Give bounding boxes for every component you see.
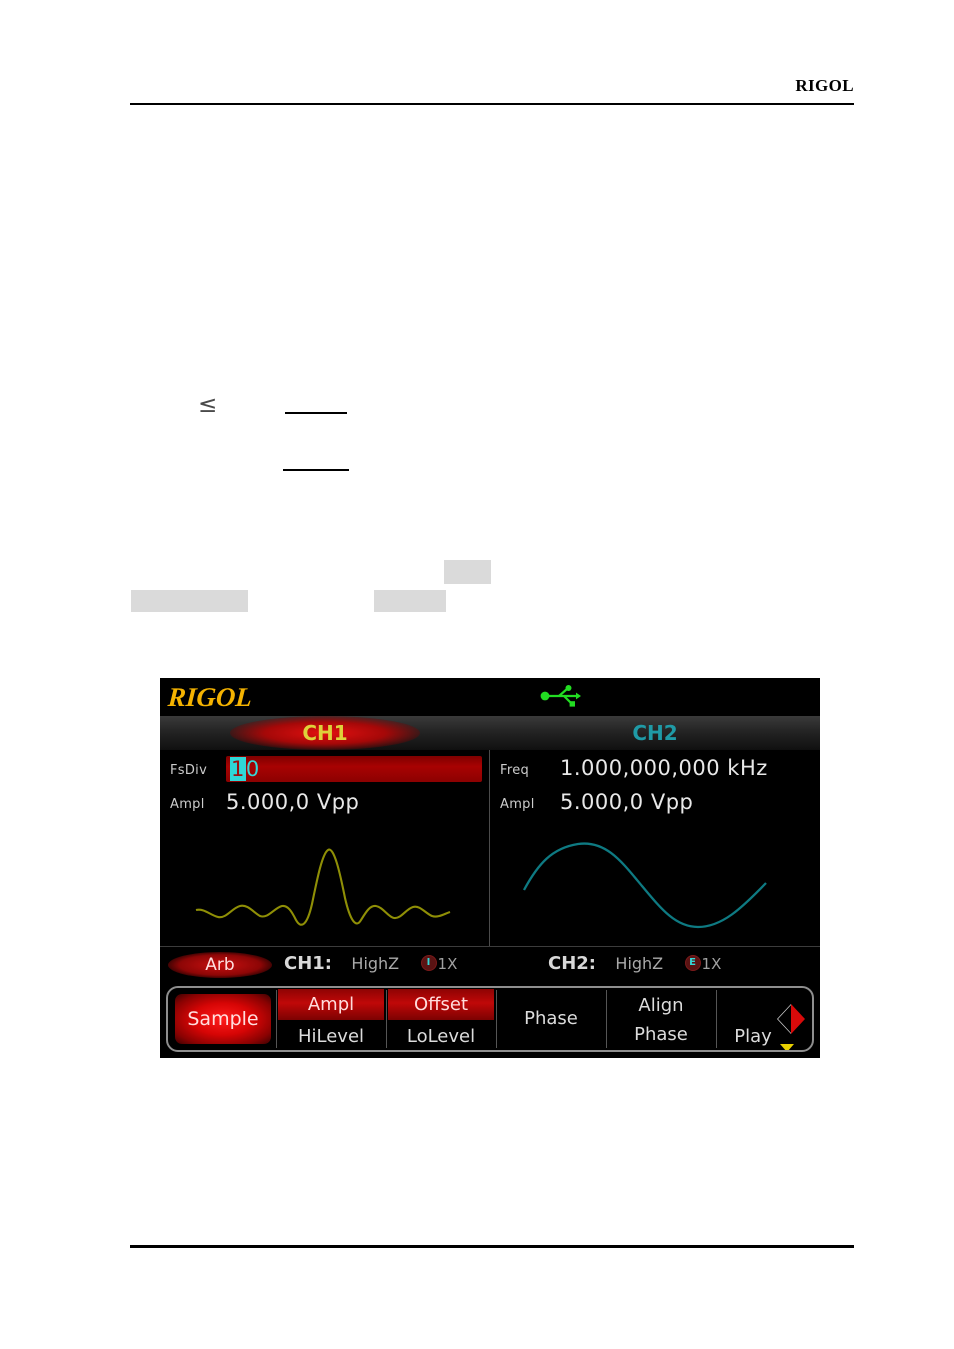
softkey-align-phase-line1: Align xyxy=(638,995,684,1016)
softkey-divider-1 xyxy=(276,990,277,1048)
ch1-fsdiv-label: FsDiv xyxy=(170,763,208,778)
softkey-align-phase[interactable]: Align Phase xyxy=(608,988,714,1050)
ch2-freq-value: 1.000,000,000 kHz xyxy=(560,756,768,780)
ch2-probe-icon: E xyxy=(684,955,701,971)
less-than-or-equal-symbol: ≤ xyxy=(198,392,218,418)
ch1-ampl-value: 5.000,0 Vpp xyxy=(226,790,360,814)
softkey-ampl-label[interactable]: Ampl xyxy=(278,989,384,1020)
fraction-bar-upper xyxy=(285,412,347,414)
ch1-fsdiv-selected-digit: 1 xyxy=(230,757,246,781)
status-ch1-attenuation: 1X xyxy=(437,955,458,973)
softkey-page-arrows[interactable] xyxy=(774,988,810,1050)
tab-ch1[interactable]: CH1 xyxy=(160,716,490,750)
ch1-pane: FsDiv 10 Ampl 5.000,0 Vpp xyxy=(160,750,490,946)
softkey-play-text: Play xyxy=(734,1026,772,1047)
status-ch2-impedance: HighZ xyxy=(615,954,664,973)
instrument-screen: RIGOL CH1 CH2 FsDiv 10 Ampl 5.000,0 Vpp … xyxy=(160,678,820,1058)
softkey-divider-3 xyxy=(496,990,497,1048)
softkey-offset-label[interactable]: Offset xyxy=(388,989,494,1020)
ch1-waveform-sinc xyxy=(160,828,489,938)
status-ch2-attenuation: 1X xyxy=(701,955,722,973)
softkey-divider-5 xyxy=(716,990,717,1048)
ch1-fsdiv-value-field[interactable]: 10 xyxy=(226,756,482,782)
fraction-bar-lower xyxy=(283,469,349,471)
ch2-freq-label: Freq xyxy=(500,763,530,778)
status-ch2: CH2: HighZ E 1X xyxy=(548,953,721,974)
arrow-right-icon[interactable] xyxy=(791,1004,805,1034)
rigol-logo: RIGOL xyxy=(166,682,254,712)
ch2-ampl-label: Ampl xyxy=(500,797,535,812)
softkey-phase[interactable]: Phase xyxy=(498,988,604,1050)
softkey-sample-label: Sample xyxy=(175,994,271,1044)
ch2-ampl-value: 5.000,0 Vpp xyxy=(560,790,694,814)
ch2-pane: Freq 1.000,000,000 kHz Ampl 5.000,0 Vpp xyxy=(490,750,820,946)
status-mode-badge[interactable]: Arb xyxy=(168,952,272,978)
highlight-block-1 xyxy=(444,560,491,584)
highlight-block-2 xyxy=(131,590,248,612)
softkey-hilevel-label[interactable]: HiLevel xyxy=(278,1021,384,1050)
arrow-left-inner xyxy=(778,1005,791,1033)
status-ch1: CH1: HighZ I 1X xyxy=(284,953,457,974)
highlight-block-3 xyxy=(374,590,446,612)
ch1-probe-icon: I xyxy=(420,955,437,971)
status-strip: Arb CH1: HighZ I 1X CH2: HighZ E 1X xyxy=(160,946,820,985)
softkey-ampl-hilevel[interactable]: Ampl HiLevel xyxy=(278,988,384,1050)
channel-panes: FsDiv 10 Ampl 5.000,0 Vpp Freq 1.000,000… xyxy=(160,750,820,946)
status-ch1-label: CH1: xyxy=(284,953,332,974)
tab-ch2-label: CH2 xyxy=(632,721,678,745)
softkey-menu: Sample Ampl HiLevel Offset LoLevel Phase… xyxy=(166,986,814,1052)
softkey-divider-4 xyxy=(606,990,607,1048)
tab-ch1-label: CH1 xyxy=(302,721,348,745)
channel-tab-strip: CH1 CH2 xyxy=(160,716,820,751)
ch2-waveform-sine xyxy=(490,828,820,938)
softkey-sample[interactable]: Sample xyxy=(172,988,274,1050)
page-brand: RIGOL xyxy=(795,76,854,95)
screen-topbar: RIGOL xyxy=(160,678,820,716)
softkey-align-phase-line2: Phase xyxy=(634,1024,688,1045)
softkey-lolevel-label[interactable]: LoLevel xyxy=(388,1021,494,1050)
header-rule xyxy=(130,103,854,105)
ch1-fsdiv-digits: 10 xyxy=(230,756,260,782)
softkey-divider-2 xyxy=(386,990,387,1048)
tab-ch2[interactable]: CH2 xyxy=(490,716,820,750)
usb-icon xyxy=(538,683,582,709)
ch1-ampl-label: Ampl xyxy=(170,797,205,812)
page-header: RIGOL xyxy=(130,76,854,106)
ch1-fsdiv-remaining-digits: 0 xyxy=(245,757,260,781)
softkey-offset-lolevel[interactable]: Offset LoLevel xyxy=(388,988,494,1050)
status-ch2-label: CH2: xyxy=(548,953,596,974)
footer-rule xyxy=(130,1245,854,1248)
status-ch1-impedance: HighZ xyxy=(351,954,400,973)
